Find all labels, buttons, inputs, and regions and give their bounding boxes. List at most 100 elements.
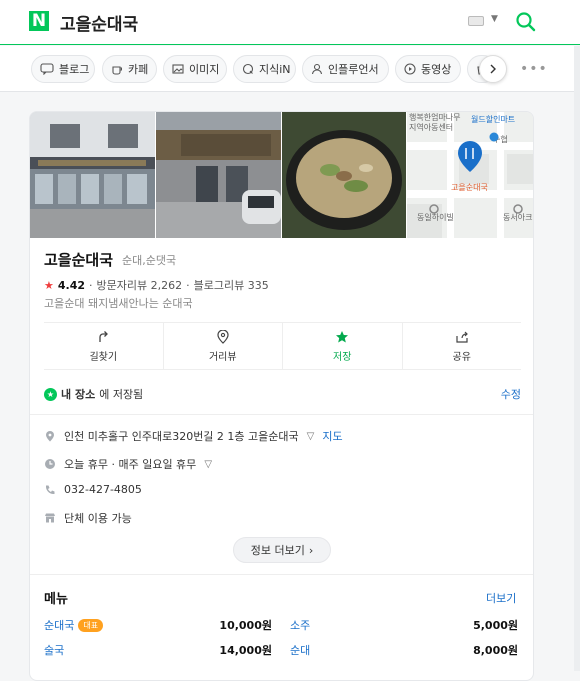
action-label: 거리뷰	[208, 351, 237, 363]
signboard-photo[interactable]	[156, 112, 281, 238]
tab-influencer[interactable]: 인플루언서	[302, 55, 389, 83]
menu-item[interactable]: 순대	[290, 642, 310, 658]
tabs-next-button[interactable]	[479, 55, 507, 83]
phone-text[interactable]: 032-427-4805	[64, 483, 142, 496]
address-text[interactable]: 인천 미추홀구 인주대로320번길 2 1층 고을순대국	[64, 428, 299, 444]
search-icon[interactable]	[514, 10, 538, 34]
tab-label: 이미지	[189, 63, 220, 76]
map-label: 고을순대국	[451, 183, 488, 192]
place-description: 고을순대 돼지냄새안나는 순대국	[44, 297, 193, 310]
tab-blog[interactable]: 블로그	[31, 55, 95, 83]
place-stats: ★ 4.42 · 방문자리뷰 2,262 · 블로그리뷰 335	[44, 277, 269, 293]
action-label: 길찾기	[89, 351, 118, 363]
menu-item[interactable]: 술국	[44, 642, 64, 658]
poi-icon	[513, 204, 523, 214]
menu-title: 메뉴	[44, 592, 68, 607]
phone-row: 032-427-4805	[44, 483, 142, 496]
menu-item[interactable]: 순대국 대표	[44, 617, 104, 633]
influencer-icon	[311, 63, 323, 75]
store-icon	[45, 513, 55, 523]
chevron-right-icon: ›	[308, 543, 314, 557]
visitor-reviews-link[interactable]: 방문자리뷰 2,262	[97, 277, 183, 293]
chevron-down-icon[interactable]: ▼	[491, 14, 498, 24]
streetview-button[interactable]: 거리뷰	[164, 323, 283, 369]
saved-star-icon: ★	[44, 387, 57, 401]
address-row: 인천 미추홀구 인주대로320번길 2 1층 고을순대국 ▽ 지도	[44, 428, 343, 444]
search-tabs: 블로그 카페 이미지 지식iN 인플루언서 동영상 •••	[0, 46, 580, 92]
divider	[30, 414, 533, 415]
map-label: 월드할인마트	[471, 115, 516, 124]
streetview-icon	[217, 329, 229, 344]
rating-value: 4.42	[57, 278, 86, 292]
phone-icon	[45, 485, 55, 494]
menu-item-price: 8,000원	[473, 644, 518, 657]
hours-text[interactable]: 오늘 휴무 · 매주 일요일 휴무	[64, 456, 196, 472]
hours-row: 오늘 휴무 · 매주 일요일 휴무 ▽	[44, 456, 212, 472]
menu-item-name: 소주	[290, 619, 311, 632]
menu-item-name: 술국	[44, 644, 65, 657]
divider	[30, 574, 533, 575]
directions-icon	[99, 330, 109, 342]
mini-map[interactable]: 행복한엄마나무 지역아동센터 월드할인마트 수협 고을순대국 동일하이빌 동서아…	[407, 112, 533, 238]
action-label: 저장	[333, 351, 352, 363]
map-pin-icon	[458, 141, 482, 172]
share-button[interactable]: 공유	[403, 323, 522, 369]
menu-item-name: 순대국	[44, 619, 75, 632]
tab-video[interactable]: 동영상	[395, 55, 461, 83]
star-icon	[336, 330, 349, 342]
group-text: 단체 이용 가능	[64, 512, 132, 525]
scrollbar[interactable]	[574, 46, 580, 671]
tab-label: 동영상	[421, 63, 452, 76]
search-query[interactable]: 고을순대국	[60, 10, 138, 35]
blog-icon	[40, 63, 54, 75]
saved-text: 에 저장됨	[99, 388, 144, 401]
place-category: 순대,순댓국	[122, 254, 177, 267]
tab-label: 지식iN	[259, 63, 291, 76]
menu-item-name: 순대	[290, 644, 311, 657]
saved-status: ★ 내 장소 에 저장됨 수정	[44, 386, 521, 402]
bank-icon	[489, 132, 499, 142]
map-label: 지역아동센터	[409, 123, 454, 132]
menu-more-link[interactable]: 더보기	[486, 590, 516, 606]
star-icon: ★	[44, 278, 54, 292]
save-button[interactable]: 저장	[283, 323, 403, 369]
separator: ·	[186, 278, 190, 292]
poi-icon	[429, 204, 439, 214]
location-icon	[46, 431, 54, 442]
cafe-icon	[112, 66, 122, 75]
share-icon	[456, 331, 468, 343]
clock-icon	[45, 459, 55, 469]
menu-item[interactable]: 소주	[290, 617, 310, 633]
soup-photo[interactable]	[282, 112, 406, 238]
video-icon	[404, 63, 416, 75]
map-link[interactable]: 지도	[322, 428, 342, 444]
tab-label: 카페	[128, 63, 149, 76]
menu-item-price: 14,000원	[219, 644, 272, 657]
directions-button[interactable]: 길찾기	[44, 323, 164, 369]
edit-saved-link[interactable]: 수정	[501, 386, 521, 402]
photo-strip: 행복한엄마나무 지역아동센터 월드할인마트 수협 고을순대국 동일하이빌 동서아…	[30, 112, 533, 238]
tab-label: 블로그	[59, 63, 90, 76]
naver-logo[interactable]: N	[29, 11, 49, 31]
tab-kin[interactable]: 지식iN	[233, 55, 296, 83]
separator: ·	[89, 278, 93, 292]
chevron-down-icon[interactable]: ▽	[204, 459, 212, 470]
more-info-button[interactable]: 정보 더보기 ›	[233, 537, 331, 563]
top-bar: N 고을순대국 ▼	[0, 0, 580, 45]
keyboard-icon[interactable]	[468, 16, 484, 26]
chevron-down-icon[interactable]: ▽	[307, 431, 315, 442]
blog-reviews-link[interactable]: 블로그리뷰 335	[194, 277, 269, 293]
action-label: 공유	[452, 351, 471, 363]
storefront-photo[interactable]	[30, 112, 155, 238]
place-card: 행복한엄마나무 지역아동센터 월드할인마트 수협 고을순대국 동일하이빌 동서아…	[29, 111, 534, 681]
my-places-link[interactable]: 내 장소	[61, 386, 95, 402]
place-name[interactable]: 고을순대국	[44, 249, 113, 270]
image-icon	[172, 64, 184, 74]
menu-item-price: 5,000원	[473, 619, 518, 632]
tab-image[interactable]: 이미지	[163, 55, 227, 83]
chevron-right-icon	[490, 64, 496, 74]
menu-item-price: 10,000원	[219, 619, 272, 632]
more-options-icon[interactable]: •••	[520, 61, 548, 77]
tab-label: 인플루언서	[328, 63, 379, 76]
tab-cafe[interactable]: 카페	[102, 55, 157, 83]
